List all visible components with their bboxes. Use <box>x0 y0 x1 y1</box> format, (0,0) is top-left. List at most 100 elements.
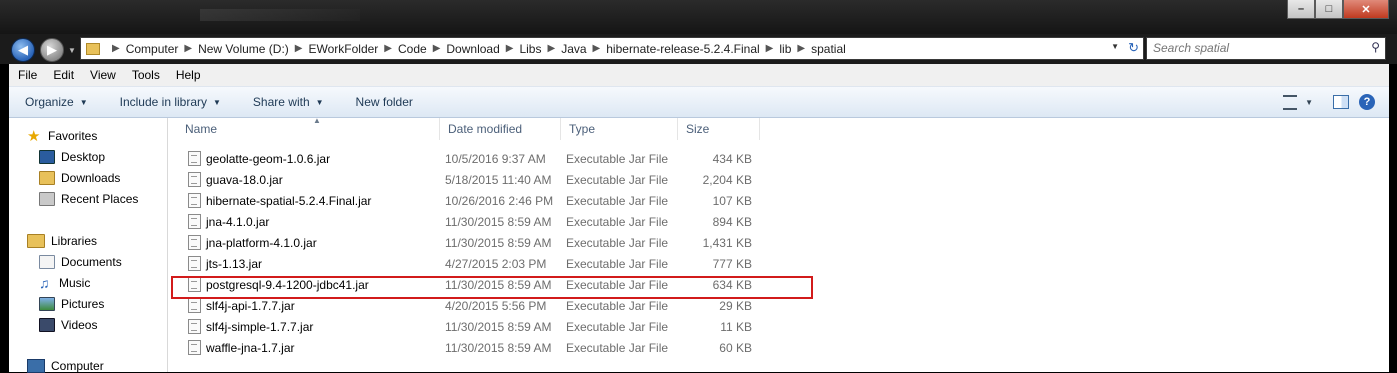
menu-help[interactable]: Help <box>167 68 208 82</box>
breadcrumb-code[interactable]: Code <box>398 42 427 56</box>
address-dropdown-icon[interactable]: ▼ <box>1111 42 1119 51</box>
sidebar-item-recent-places[interactable]: Recent Places <box>39 192 138 206</box>
sidebar-item-label: Videos <box>61 318 98 332</box>
forward-button[interactable]: ▶ <box>40 38 64 62</box>
menu-file[interactable]: File <box>9 68 44 82</box>
file-date: 11/30/2015 8:59 AM <box>445 319 552 334</box>
file-type: Executable Jar File <box>566 256 669 271</box>
file-size: 2,204 KB <box>702 172 752 187</box>
window-ghost-title <box>200 9 360 21</box>
breadcrumb-spatial[interactable]: spatial <box>811 42 846 56</box>
breadcrumb-download[interactable]: Download <box>446 42 499 56</box>
breadcrumb-separator-icon[interactable]: ▶ <box>433 43 441 54</box>
search-input[interactable] <box>1147 38 1363 57</box>
change-view-icon[interactable] <box>1283 94 1298 110</box>
sidebar-item-favorites[interactable]: ★ Favorites <box>27 127 97 145</box>
column-header-label: Type <box>569 122 596 136</box>
breadcrumb-separator-icon[interactable]: ▶ <box>547 43 555 54</box>
menu-edit[interactable]: Edit <box>44 68 81 82</box>
menu-view[interactable]: View <box>81 68 123 82</box>
file-row[interactable]: hibernate-spatial-5.2.4.Final.jar 10/26/… <box>168 190 808 211</box>
music-icon: ♫ <box>39 275 50 291</box>
sidebar-item-music[interactable]: ♫ Music <box>39 276 90 290</box>
back-button[interactable]: ◀ <box>11 38 35 62</box>
breadcrumb-libs[interactable]: Libs <box>519 42 541 56</box>
file-row[interactable]: jts-1.13.jar 4/27/2015 2:03 PM Executabl… <box>168 253 808 274</box>
sidebar-item-libraries[interactable]: Libraries <box>27 234 97 248</box>
sidebar-item-documents[interactable]: Documents <box>39 255 122 269</box>
breadcrumb-java[interactable]: Java <box>561 42 586 56</box>
file-date: 11/30/2015 8:59 AM <box>445 235 552 250</box>
file-name: slf4j-simple-1.7.7.jar <box>206 319 314 334</box>
sidebar-item-desktop[interactable]: Desktop <box>39 150 105 164</box>
sidebar-item-pictures[interactable]: Pictures <box>39 297 104 311</box>
breadcrumb-lib[interactable]: lib <box>779 42 791 56</box>
address-bar[interactable]: ▶ Computer ▶ New Volume (D:) ▶ EWorkFold… <box>80 37 1144 60</box>
computer-icon <box>27 359 45 373</box>
file-type: Executable Jar File <box>566 151 669 166</box>
sidebar-item-label: Libraries <box>51 234 98 248</box>
breadcrumb-separator-icon[interactable]: ▶ <box>797 43 805 54</box>
breadcrumb-volume[interactable]: New Volume (D:) <box>198 42 289 56</box>
file-type: Executable Jar File <box>566 172 669 187</box>
column-header-name[interactable]: Name ▲ <box>177 116 440 140</box>
sidebar-item-downloads[interactable]: Downloads <box>39 171 120 185</box>
sidebar-item-videos[interactable]: Videos <box>39 318 97 332</box>
desktop-icon <box>39 150 55 164</box>
column-header-date[interactable]: Date modified <box>440 118 561 140</box>
refresh-icon[interactable]: ↻ <box>1128 40 1139 56</box>
help-icon[interactable]: ? <box>1359 94 1375 110</box>
file-name: jts-1.13.jar <box>206 256 263 271</box>
include-in-library-button[interactable]: Include in library ▼ <box>104 95 237 109</box>
recent-pages-dropdown-icon[interactable]: ▼ <box>68 46 76 55</box>
chevron-down-icon[interactable]: ▼ <box>1305 98 1313 107</box>
jar-file-icon <box>188 319 201 334</box>
jar-file-icon <box>188 256 201 271</box>
sidebar-item-computer[interactable]: Computer <box>27 359 104 373</box>
file-row[interactable]: jna-platform-4.1.0.jar 11/30/2015 8:59 A… <box>168 232 808 253</box>
file-row[interactable]: geolatte-geom-1.0.6.jar 10/5/2016 9:37 A… <box>168 148 808 169</box>
pictures-icon <box>39 297 55 311</box>
file-name: geolatte-geom-1.0.6.jar <box>206 151 331 166</box>
file-row[interactable]: jna-4.1.0.jar 11/30/2015 8:59 AM Executa… <box>168 211 808 232</box>
file-row[interactable]: waffle-jna-1.7.jar 11/30/2015 8:59 AM Ex… <box>168 337 808 358</box>
share-label: Share with <box>252 95 310 109</box>
navigation-pane: ★ Favorites Desktop Downloads Recent Pla… <box>9 118 168 373</box>
preview-pane-icon[interactable] <box>1333 95 1349 109</box>
breadcrumb-separator-icon[interactable]: ▶ <box>506 43 514 54</box>
breadcrumb-separator-icon[interactable]: ▶ <box>593 43 601 54</box>
jar-file-icon <box>188 193 201 208</box>
breadcrumb-hibernate[interactable]: hibernate-release-5.2.4.Final <box>606 42 759 56</box>
file-row[interactable]: slf4j-simple-1.7.7.jar 11/30/2015 8:59 A… <box>168 316 808 337</box>
breadcrumb-separator-icon[interactable]: ▶ <box>184 43 192 54</box>
column-header-size[interactable]: Size <box>678 118 760 140</box>
search-icon[interactable]: ⚲ <box>1371 40 1380 54</box>
file-date: 10/5/2016 9:37 AM <box>445 151 546 166</box>
breadcrumb-computer[interactable]: Computer <box>126 42 179 56</box>
sidebar-item-label: Recent Places <box>61 192 139 206</box>
file-size: 60 KB <box>719 340 752 355</box>
organize-button[interactable]: Organize ▼ <box>9 95 104 109</box>
share-with-button[interactable]: Share with ▼ <box>237 95 340 109</box>
breadcrumb-separator-icon[interactable]: ▶ <box>766 43 774 54</box>
maximize-button[interactable]: □ <box>1315 0 1343 19</box>
include-label: Include in library <box>119 95 207 109</box>
file-type: Executable Jar File <box>566 340 669 355</box>
close-button[interactable]: ✕ <box>1343 0 1389 19</box>
menu-tools[interactable]: Tools <box>123 68 167 82</box>
breadcrumb-eworkfolder[interactable]: EWorkFolder <box>309 42 379 56</box>
breadcrumb-separator-icon[interactable]: ▶ <box>295 43 303 54</box>
file-date: 11/30/2015 8:59 AM <box>445 340 552 355</box>
menu-bar: File Edit View Tools Help <box>9 64 1389 87</box>
file-row[interactable]: guava-18.0.jar 5/18/2015 11:40 AM Execut… <box>168 169 808 190</box>
breadcrumb-separator-icon[interactable]: ▶ <box>112 43 120 54</box>
documents-icon <box>39 255 55 269</box>
breadcrumb-separator-icon[interactable]: ▶ <box>384 43 392 54</box>
jar-file-icon <box>188 298 201 313</box>
minimize-button[interactable]: – <box>1287 0 1315 19</box>
folder-icon <box>86 42 100 55</box>
jar-file-icon <box>188 235 201 250</box>
file-name: jna-4.1.0.jar <box>206 214 270 229</box>
new-folder-button[interactable]: New folder <box>340 95 429 109</box>
column-header-type[interactable]: Type <box>561 118 678 140</box>
